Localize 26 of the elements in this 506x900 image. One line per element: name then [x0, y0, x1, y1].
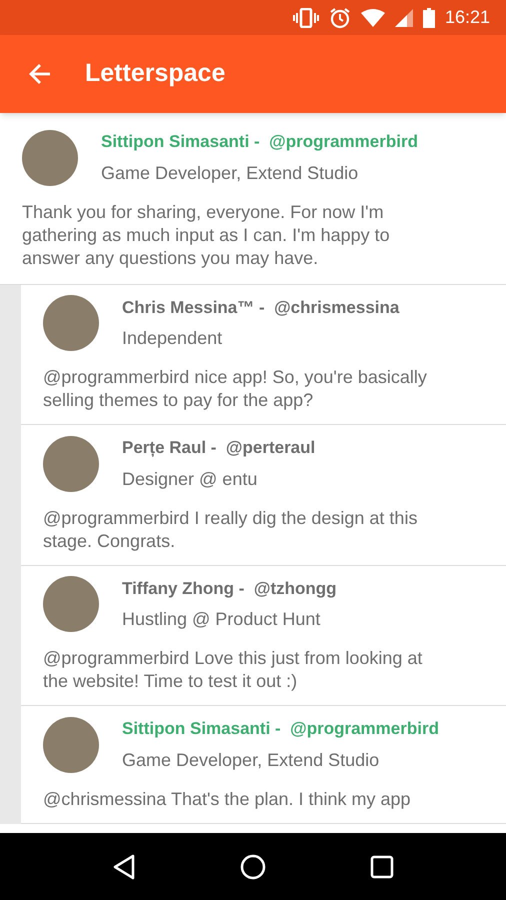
vibrate-icon [292, 8, 319, 28]
author-name: Sittipon Simasanti - @programmerbird [101, 131, 418, 153]
comment-text: Thank you for sharing, everyone. For now I'm gathering as much input as I can. I'm happy to answer any questions you may have. [22, 200, 391, 270]
app-title: Letterspace [85, 58, 226, 90]
author-name: Sittipon Simasanti - @programmerbird [122, 718, 439, 740]
wifi-icon [360, 8, 385, 26]
recents-icon[interactable] [370, 854, 394, 878]
author-subtitle: Game Developer, Extend Studio [101, 162, 360, 185]
author-name: Chris Messina™ - @chrismessina [122, 296, 400, 318]
author-name: Tiffany Zhong - @tzhongg [122, 578, 337, 600]
back-icon[interactable] [112, 854, 136, 880]
status-time: 16:21 [444, 6, 490, 29]
comment-text: @programmerbird nice app! So, you're basically selling themes to pay for the app? [43, 366, 428, 412]
comment-text: @programmerbird Love this just from looking at the website! Time to test it out :) [43, 647, 424, 693]
author-subtitle: Independent [122, 327, 224, 350]
alarm-clock-icon [328, 6, 351, 28]
author-subtitle: Game Developer, Extend Studio [122, 748, 380, 772]
signal-icon [394, 8, 413, 26]
comment-text: @programmerbird I really dig the design at this stage. Congrats. [43, 506, 418, 552]
back-arrow-icon [28, 62, 52, 86]
author-name: Perțe Raul - @perteraul [122, 437, 316, 459]
comment-text: @chrismessina That's the plan. I think my app [43, 788, 412, 810]
author-subtitle: Designer @ entu [122, 468, 258, 491]
home-icon[interactable] [240, 854, 266, 880]
author-subtitle: Hustling @ Product Hunt [122, 608, 322, 631]
battery-icon [422, 8, 435, 28]
